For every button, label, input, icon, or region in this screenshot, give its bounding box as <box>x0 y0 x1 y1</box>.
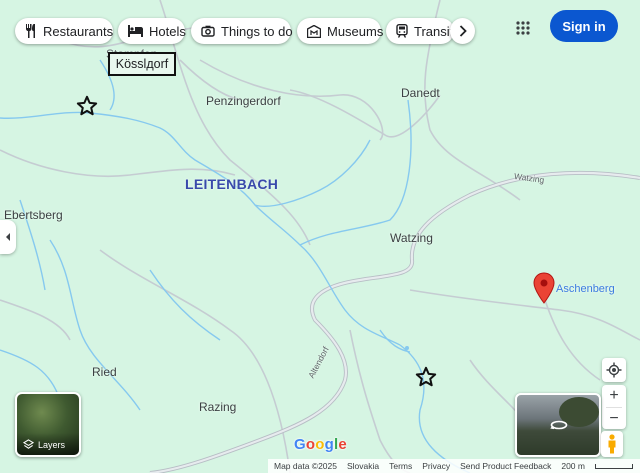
transit-chip[interactable]: Transit <box>386 18 454 44</box>
place-label-aschenberg[interactable]: Aschenberg <box>556 283 615 295</box>
museums-chip[interactable]: Museums <box>297 18 384 44</box>
rotate-360-icon <box>547 415 571 435</box>
logo-letter: G <box>294 436 306 453</box>
layers-caption: Layers <box>23 439 65 450</box>
hotels-chip[interactable]: Hotels <box>118 18 186 44</box>
layers-icon <box>23 439 34 449</box>
bed-icon <box>128 25 143 37</box>
things-to-do-chip[interactable]: Things to do <box>191 18 293 44</box>
map-data-text: Map data ©2025 <box>274 461 337 471</box>
place-label-ried[interactable]: Ried <box>92 365 117 379</box>
logo-letter: o <box>315 436 325 453</box>
feedback-link[interactable]: Send Product Feedback <box>460 461 551 471</box>
camera-icon <box>201 25 215 37</box>
map-footer: Map data ©2025 Slovakia Terms Privacy Se… <box>268 459 640 473</box>
place-label-kossldorf[interactable]: Kösslдorf <box>108 52 176 76</box>
restaurants-chip[interactable]: Restaurants <box>15 18 113 44</box>
place-label-razing[interactable]: Razing <box>199 400 236 414</box>
museum-icon <box>307 24 321 38</box>
apps-grid-icon <box>516 21 530 35</box>
sign-in-button[interactable]: Sign in <box>550 10 618 42</box>
star-outline-icon[interactable] <box>415 366 437 388</box>
country-link[interactable]: Slovakia <box>347 461 379 471</box>
layers-button[interactable]: Layers <box>15 392 81 457</box>
place-label-ebertsberg[interactable]: Ebertsberg <box>4 208 63 222</box>
chip-label: Museums <box>327 23 384 39</box>
apps-button[interactable] <box>512 17 534 39</box>
pegman-button[interactable] <box>601 431 623 457</box>
scale-bar <box>594 463 633 469</box>
more-chips-button[interactable] <box>450 18 475 44</box>
zoom-in-button[interactable]: + <box>602 385 626 407</box>
scale-label[interactable]: 200 m <box>561 461 585 471</box>
chip-label: Things to do <box>221 23 293 39</box>
kossldorf-text: Kösslдorf <box>115 57 169 71</box>
street-view-preview[interactable] <box>515 393 601 457</box>
google-logo: Google <box>294 436 347 453</box>
my-location-icon <box>606 362 622 378</box>
logo-letter: g <box>324 436 334 453</box>
layers-label: Layers <box>38 439 66 450</box>
logo-letter: o <box>305 436 316 453</box>
place-label-danedt[interactable]: Danedt <box>401 86 440 100</box>
pegman-icon <box>608 434 616 454</box>
zoom-out-button[interactable]: − <box>602 408 626 429</box>
zoom-controls: + − <box>602 385 626 429</box>
sign-in-label: Sign in <box>562 18 606 34</box>
chip-label: Hotels <box>149 23 186 39</box>
logo-letter: e <box>338 436 347 453</box>
chevron-right-icon <box>459 25 467 37</box>
privacy-link[interactable]: Privacy <box>422 461 450 471</box>
place-label-watzing[interactable]: Watzing <box>390 231 433 245</box>
fork-knife-icon <box>26 24 35 38</box>
terms-link[interactable]: Terms <box>389 461 412 471</box>
place-label-penzingerdorf[interactable]: Penzingerdorf <box>206 94 281 108</box>
district-label-leitenbach[interactable]: LEITENBACH <box>185 176 278 192</box>
chip-label: Transit <box>414 23 454 39</box>
chevron-left-icon <box>6 233 10 241</box>
chip-label: Restaurants <box>43 23 114 39</box>
train-icon <box>396 24 408 38</box>
star-outline-icon[interactable] <box>76 95 98 117</box>
red-pin-icon[interactable] <box>533 272 555 304</box>
collapse-panel-button[interactable] <box>0 220 16 254</box>
my-location-button[interactable] <box>602 358 626 382</box>
